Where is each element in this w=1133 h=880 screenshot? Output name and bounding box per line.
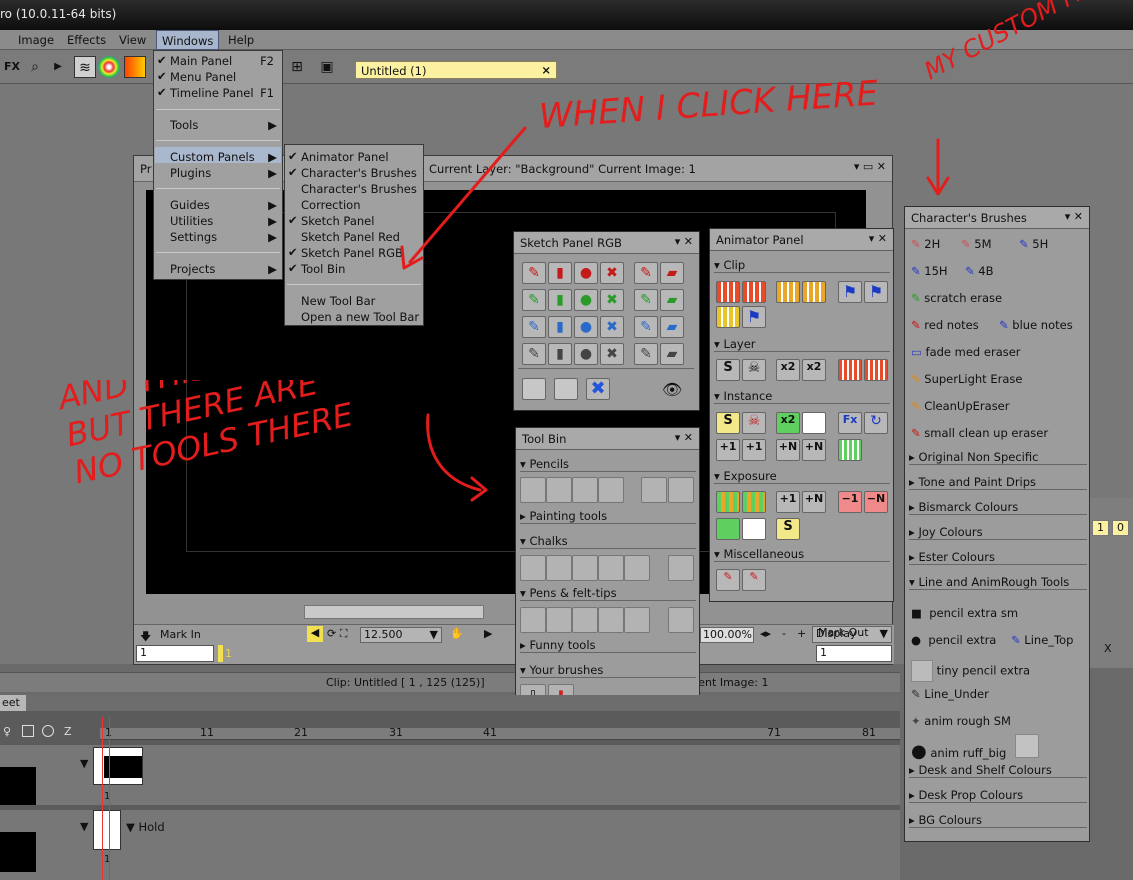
annotation-overlay: WHEN I CLICK HERE MY CUSTOM PANEL AND TH… [55,0,1133,502]
annotation-text-1: WHEN I CLICK HERE [538,73,880,137]
annotation-text-2: MY CUSTOM PANEL [920,0,1133,85]
annotation-arrow-1 [408,126,527,264]
annotation-arrows [400,126,950,502]
annotation-text-3-box: AND THIS POPS UP BUT THERE ARE NO TOOLS … [55,380,357,492]
annotation-text-3: AND THIS POPS UP BUT THERE ARE NO TOOLS … [55,380,357,492]
